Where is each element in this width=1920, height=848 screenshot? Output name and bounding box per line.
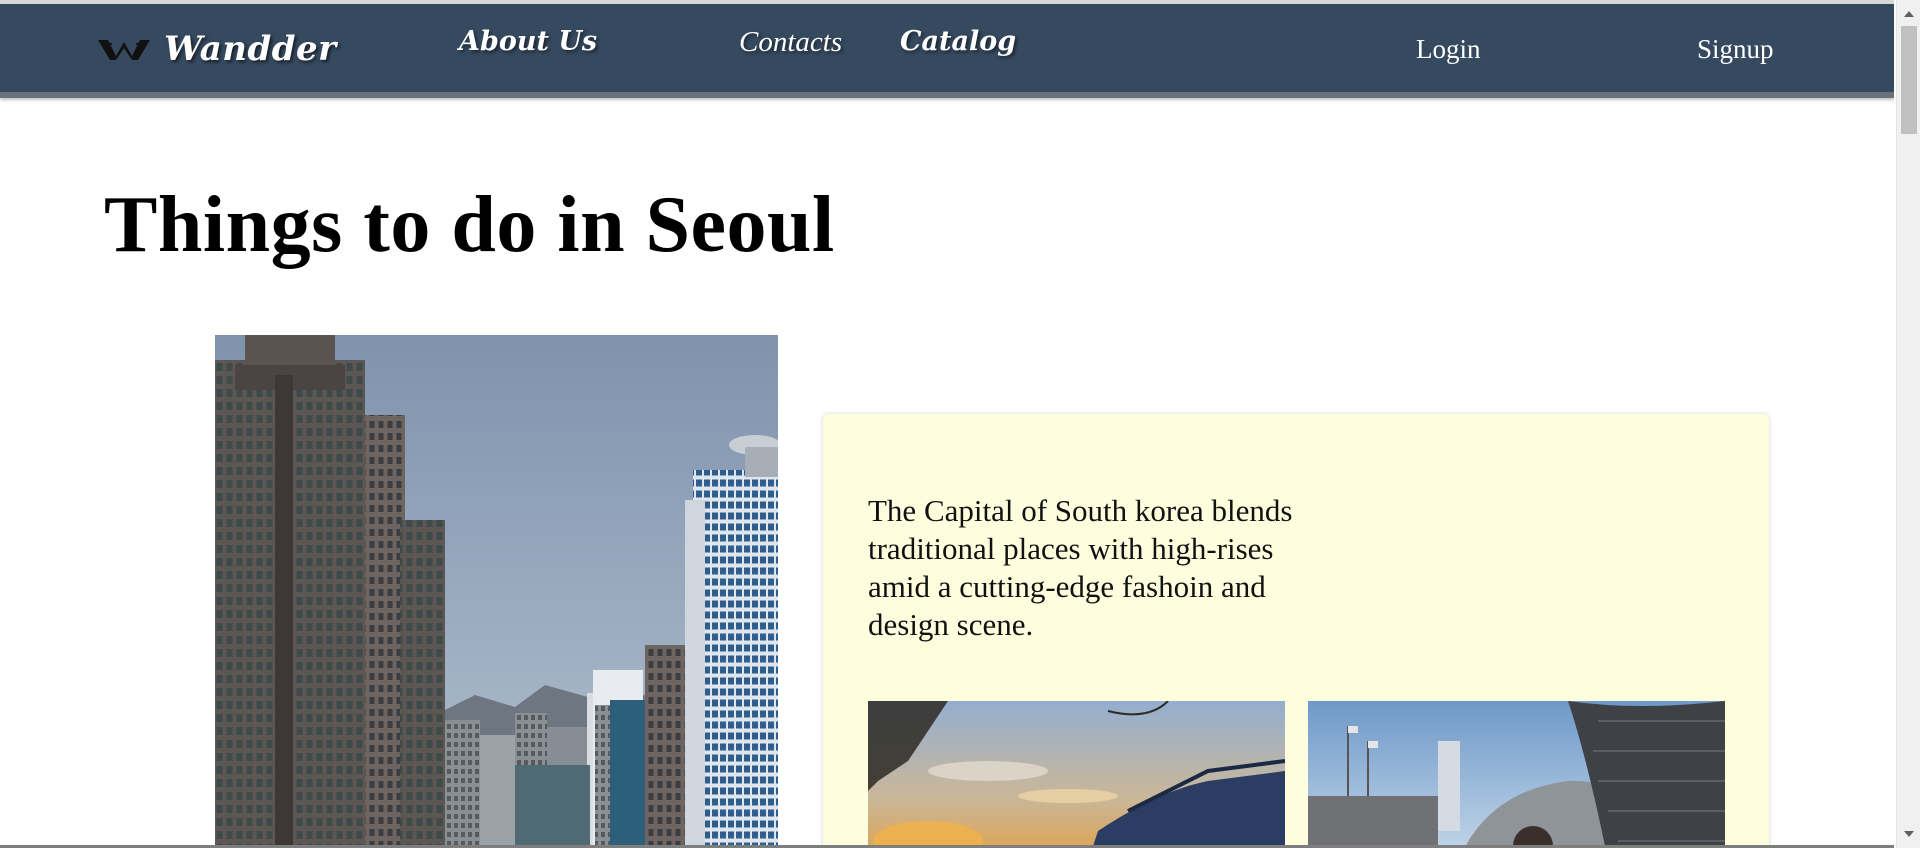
page-title: Things to do in Seoul xyxy=(104,181,835,269)
brand-name: Wandder xyxy=(164,29,337,69)
nav-about-us-link[interactable]: About Us xyxy=(459,26,597,57)
scroll-up-arrow-icon[interactable] xyxy=(1897,6,1920,22)
palace-sunset-photo xyxy=(868,701,1285,848)
scroll-down-arrow-icon[interactable] xyxy=(1897,826,1920,842)
seoul-skyscrapers-photo xyxy=(215,335,778,848)
brand[interactable]: Wandder xyxy=(96,24,337,74)
login-link[interactable]: Login xyxy=(1416,34,1481,65)
vertical-scrollbar[interactable] xyxy=(1896,0,1920,848)
nav-catalog-link[interactable]: Catalog xyxy=(900,26,1016,57)
winged-w-logo-icon xyxy=(96,32,164,67)
nav-contacts-link[interactable]: Contacts xyxy=(739,26,842,59)
scrollbar-thumb[interactable] xyxy=(1901,26,1917,134)
top-navbar: Wandder About Us Contacts Catalog Login … xyxy=(0,4,1894,98)
signup-link[interactable]: Signup xyxy=(1697,34,1774,65)
city-description: The Capital of South korea blends tradit… xyxy=(868,493,1293,642)
page: Wandder About Us Contacts Catalog Login … xyxy=(0,0,1894,848)
city-info-card: The Capital of South korea blends tradit… xyxy=(823,414,1769,848)
modern-architecture-photo xyxy=(1308,701,1725,848)
